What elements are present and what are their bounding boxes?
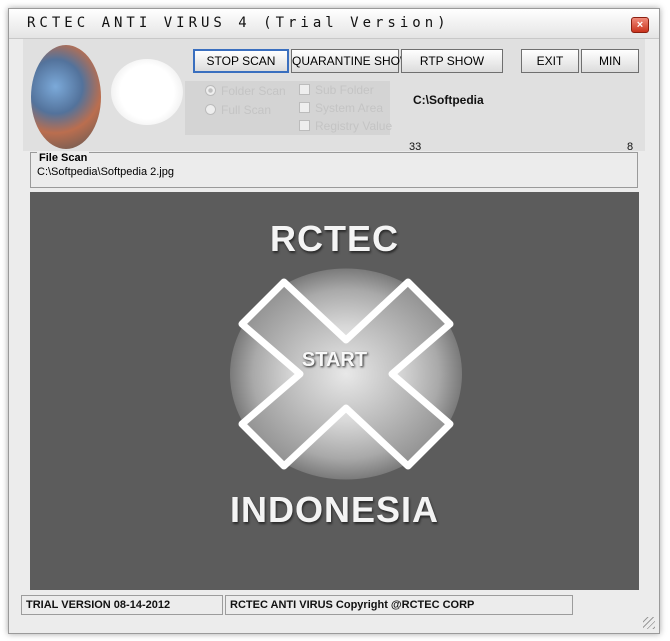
exit-button[interactable]: EXIT [521,49,579,73]
title-bar[interactable]: RCTEC ANTI VIRUS 4 (Trial Version) × [9,9,659,39]
control-panel: STOP SCAN QUARANTINE SHOW RTP SHOW EXIT … [23,39,645,153]
status-copyright: RCTEC ANTI VIRUS Copyright @RCTEC CORP [225,595,573,615]
scan-path: C:\Softpedia [413,93,484,107]
close-icon: × [636,19,644,31]
radio-selected-icon [205,85,216,96]
resize-grip-icon[interactable] [643,617,655,629]
close-button[interactable]: × [631,17,649,33]
start-stage: RCTEC START INDONESIA [30,192,639,590]
stop-scan-button[interactable]: STOP SCAN [193,49,289,73]
full-scan-radio[interactable]: Full Scan [205,103,271,117]
min-button[interactable]: MIN [581,49,639,73]
window-title: RCTEC ANTI VIRUS 4 (Trial Version) [27,15,450,31]
file-scan-label: File Scan [37,152,90,164]
checkbox-icon [299,102,310,113]
system-area-checkbox[interactable]: System Area [299,101,383,115]
rtp-show-button[interactable]: RTP SHOW [401,49,503,73]
checkbox-icon [299,84,310,95]
start-button[interactable]: START [30,349,639,372]
main-window: RCTEC ANTI VIRUS 4 (Trial Version) × STO… [8,8,660,634]
brand-title: RCTEC [270,218,399,259]
logo-glow [111,59,183,125]
brand-subtitle: INDONESIA [229,489,440,530]
registry-value-label: Registry Value [315,119,393,133]
registry-value-checkbox[interactable]: Registry Value [299,119,392,133]
folder-scan-radio[interactable]: Folder Scan [205,84,286,98]
system-area-label: System Area [315,101,384,115]
folder-scan-label: Folder Scan [221,84,286,98]
globe-logo-icon [31,45,101,149]
current-file-path: C:\Softpedia\Softpedia 2.jpg [37,166,174,178]
sub-folder-checkbox[interactable]: Sub Folder [299,83,374,97]
full-scan-label: Full Scan [221,103,272,117]
radio-icon [205,104,216,115]
quarantine-show-button[interactable]: QUARANTINE SHOW [291,49,411,73]
checkbox-icon [299,120,310,131]
file-scan-group: File Scan C:\Softpedia\Softpedia 2.jpg [30,152,638,188]
start-cross-icon[interactable] [228,268,464,480]
sub-folder-label: Sub Folder [315,83,374,97]
status-version: TRIAL VERSION 08-14-2012 [21,595,223,615]
status-bar: TRIAL VERSION 08-14-2012 RCTEC ANTI VIRU… [21,595,647,615]
